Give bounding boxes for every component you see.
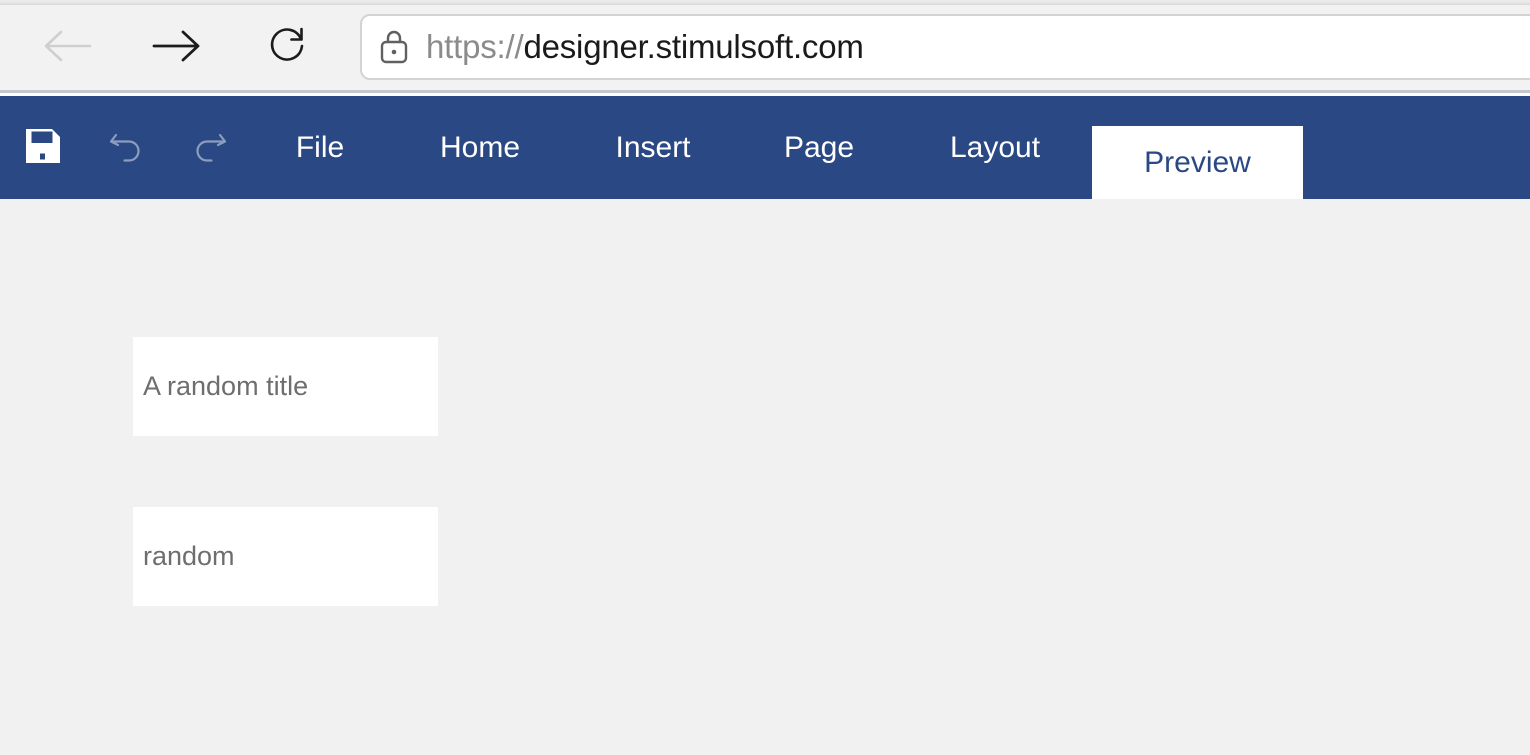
tab-home[interactable]: Home	[438, 96, 522, 199]
back-button[interactable]	[38, 18, 96, 76]
forward-button[interactable]	[148, 18, 206, 76]
tab-layout[interactable]: Layout	[948, 96, 1042, 199]
report-text-title[interactable]: A random title	[133, 337, 438, 436]
save-button[interactable]	[12, 117, 74, 179]
reload-icon	[266, 25, 308, 70]
browser-chrome-top-edge	[0, 0, 1530, 5]
reload-button[interactable]	[258, 18, 316, 76]
designer-ribbon: File Home Insert Page Layout Preview	[0, 96, 1530, 199]
redo-arrow-icon	[189, 129, 229, 166]
report-text-body[interactable]: random	[133, 507, 438, 606]
url-host: designer.stimulsoft.com	[523, 28, 864, 65]
undo-button[interactable]	[96, 117, 158, 179]
arrow-right-icon	[151, 28, 203, 67]
undo-arrow-icon	[107, 129, 147, 166]
lock-icon	[362, 27, 426, 67]
redo-button[interactable]	[178, 117, 240, 179]
save-floppy-icon	[26, 129, 60, 166]
address-bar[interactable]: https://designer.stimulsoft.com	[360, 14, 1530, 80]
url-scheme: https://	[426, 28, 524, 65]
tab-page[interactable]: Page	[783, 96, 855, 199]
report-text-title-label: A random title	[143, 371, 309, 401]
url-text: https://designer.stimulsoft.com	[426, 28, 864, 66]
arrow-left-icon	[41, 28, 93, 67]
report-text-body-label: random	[143, 541, 235, 571]
tab-preview[interactable]: Preview	[1092, 126, 1303, 199]
report-preview-canvas: A random title random	[0, 199, 1530, 755]
browser-toolbar: https://designer.stimulsoft.com	[0, 0, 1530, 93]
tab-insert[interactable]: Insert	[615, 96, 691, 199]
tab-file[interactable]: File	[290, 96, 350, 199]
quick-access-toolbar	[0, 96, 240, 199]
